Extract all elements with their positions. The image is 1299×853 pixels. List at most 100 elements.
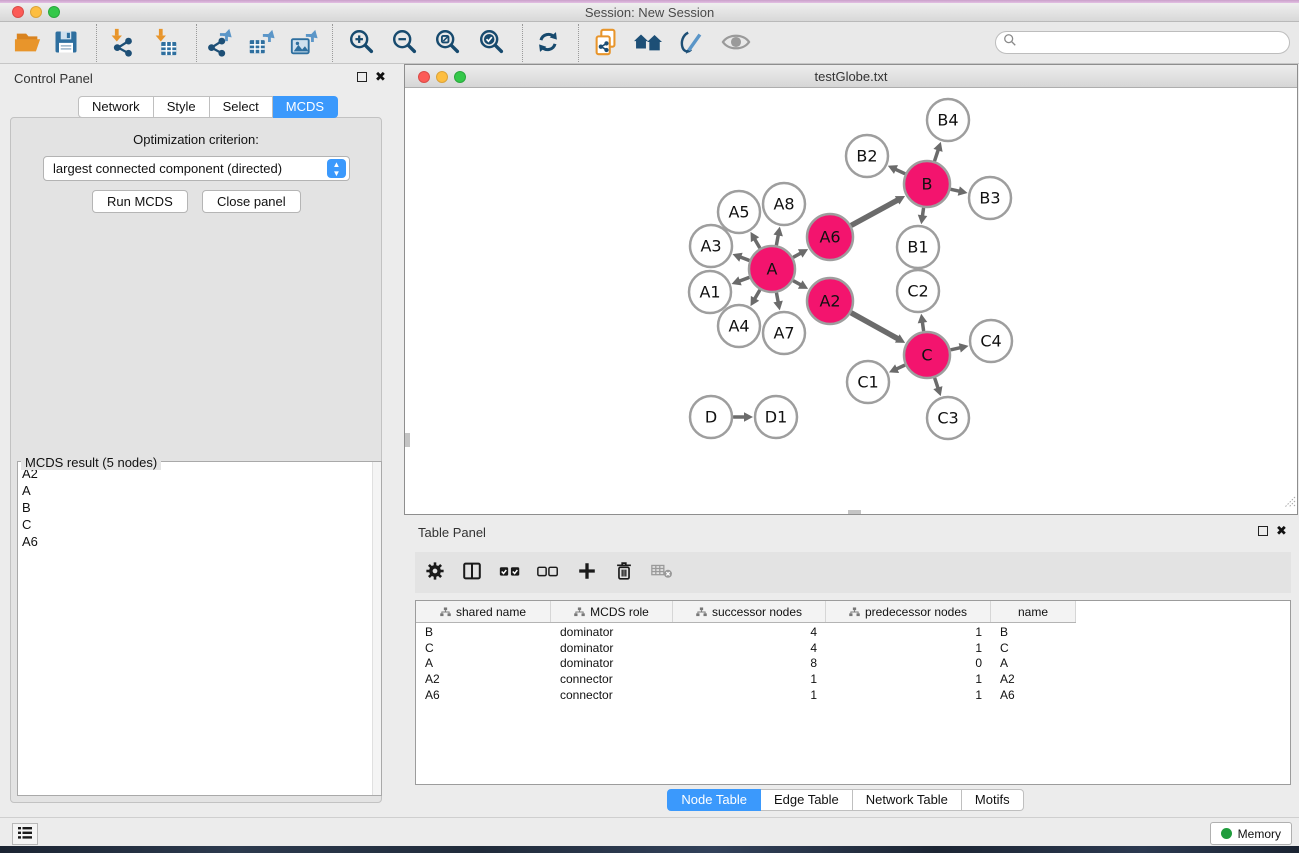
refresh-view-button[interactable] xyxy=(531,27,565,59)
edge-C-C2[interactable] xyxy=(922,323,923,331)
table-row[interactable]: Bdominator41B xyxy=(416,624,1290,640)
table-cell[interactable]: C xyxy=(416,641,551,655)
save-session-button[interactable] xyxy=(49,27,83,59)
import-table-button[interactable] xyxy=(148,27,182,59)
table-cell[interactable]: 1 xyxy=(826,641,991,655)
column-header-mcds-role[interactable]: MCDS role xyxy=(551,601,673,622)
table-row[interactable]: Adominator80A xyxy=(416,656,1290,672)
network-maximize-button[interactable] xyxy=(454,71,466,83)
network-close-button[interactable] xyxy=(418,71,430,83)
table-cell[interactable]: 0 xyxy=(826,656,991,670)
table-row[interactable]: A6connector11A6 xyxy=(416,687,1290,703)
edge-A-A1[interactable] xyxy=(740,278,749,281)
result-item[interactable]: A6 xyxy=(19,533,371,550)
column-header-shared-name[interactable]: shared name xyxy=(416,601,551,622)
table-settings-button[interactable] xyxy=(419,557,451,588)
edge-B-B1[interactable] xyxy=(923,209,924,216)
table-cell[interactable]: A xyxy=(991,656,1076,670)
search-input[interactable] xyxy=(1017,34,1289,52)
network-canvas[interactable]: AA1A2A3A4A5A6A7A8BB1B2B3B4CC1C2C3C4DD1 xyxy=(405,88,1297,514)
edge-A-A5[interactable] xyxy=(755,240,759,248)
show-hide-view-button[interactable] xyxy=(719,27,753,59)
edge-A-A3[interactable] xyxy=(741,257,749,260)
result-item[interactable]: B xyxy=(19,499,371,516)
network-minimize-button[interactable] xyxy=(436,71,448,83)
edge-A-A6[interactable] xyxy=(794,253,800,256)
edge-B-B3[interactable] xyxy=(951,189,958,191)
close-table-panel-icon[interactable]: ✖ xyxy=(1276,526,1287,536)
table-cell[interactable]: 4 xyxy=(673,625,826,639)
result-item[interactable]: A xyxy=(19,482,371,499)
column-header-successor-nodes[interactable]: successor nodes xyxy=(673,601,826,622)
tab-node-table[interactable]: Node Table xyxy=(667,789,761,811)
run-mcds-button[interactable]: Run MCDS xyxy=(92,190,188,213)
add-column-button[interactable] xyxy=(571,557,603,588)
edge-B-B2[interactable] xyxy=(896,170,904,174)
app-window-controls[interactable] xyxy=(12,6,60,18)
close-panel-button[interactable]: Close panel xyxy=(202,190,301,213)
zoom-in-button[interactable] xyxy=(345,27,379,59)
column-header-name[interactable]: name xyxy=(991,601,1076,622)
vertical-scroll-thumb[interactable] xyxy=(405,433,410,447)
home-button[interactable] xyxy=(631,27,665,59)
tab-mcds[interactable]: MCDS xyxy=(273,96,338,118)
table-cell[interactable]: 4 xyxy=(673,641,826,655)
tab-select[interactable]: Select xyxy=(210,96,273,118)
close-panel-icon[interactable]: ✖ xyxy=(375,72,386,82)
result-item[interactable]: C xyxy=(19,516,371,533)
network-window-controls[interactable] xyxy=(418,71,466,83)
export-network-button[interactable] xyxy=(202,27,236,59)
table-cell[interactable]: A2 xyxy=(991,672,1076,686)
edge-A-A4[interactable] xyxy=(755,291,759,299)
import-network-button[interactable] xyxy=(104,27,138,59)
edge-C-C1[interactable] xyxy=(897,365,904,368)
edge-A6-B[interactable] xyxy=(852,200,897,225)
table-cell[interactable]: 1 xyxy=(826,672,991,686)
tab-edge-table[interactable]: Edge Table xyxy=(761,789,853,811)
table-cell[interactable]: A xyxy=(416,656,551,670)
export-image-button[interactable] xyxy=(287,27,321,59)
minimize-window-button[interactable] xyxy=(30,6,42,18)
edge-B-B4[interactable] xyxy=(935,150,938,160)
tab-network[interactable]: Network xyxy=(78,96,154,118)
search-field[interactable] xyxy=(995,31,1290,54)
table-cell[interactable]: A2 xyxy=(416,672,551,686)
float-panel-icon[interactable] xyxy=(357,72,367,82)
task-history-button[interactable] xyxy=(12,823,38,845)
table-row[interactable]: Cdominator41C xyxy=(416,640,1290,656)
table-cell[interactable]: A6 xyxy=(416,688,551,702)
result-scrollbar[interactable] xyxy=(372,462,381,795)
tab-style[interactable]: Style xyxy=(154,96,210,118)
export-table-button[interactable] xyxy=(244,27,278,59)
close-window-button[interactable] xyxy=(12,6,24,18)
table-cell[interactable]: 8 xyxy=(673,656,826,670)
clone-network-button[interactable] xyxy=(589,27,623,59)
table-cell[interactable]: dominator xyxy=(551,641,673,655)
table-cell[interactable]: dominator xyxy=(551,625,673,639)
resize-grip-icon[interactable] xyxy=(1282,494,1296,513)
memory-status-button[interactable]: Memory xyxy=(1210,822,1292,845)
edge-A-A8[interactable] xyxy=(777,235,779,244)
edge-C-C4[interactable] xyxy=(951,348,959,350)
table-cell[interactable]: dominator xyxy=(551,656,673,670)
horizontal-scroll-thumb[interactable] xyxy=(848,510,861,514)
zoom-selected-button[interactable] xyxy=(475,27,509,59)
tab-motifs[interactable]: Motifs xyxy=(962,789,1024,811)
table-cell[interactable]: connector xyxy=(551,688,673,702)
table-cell[interactable]: B xyxy=(991,625,1076,639)
table-cell[interactable]: 1 xyxy=(673,672,826,686)
delete-table-button[interactable] xyxy=(646,557,678,588)
delete-column-button[interactable] xyxy=(608,557,640,588)
table-cell[interactable]: 1 xyxy=(826,625,991,639)
select-all-button[interactable] xyxy=(494,557,526,588)
criterion-dropdown[interactable]: largest connected component (directed) ▲… xyxy=(43,156,350,181)
table-cell[interactable]: B xyxy=(416,625,551,639)
open-session-button[interactable] xyxy=(11,27,45,59)
tab-network-table[interactable]: Network Table xyxy=(853,789,962,811)
network-window-titlebar[interactable]: testGlobe.txt xyxy=(405,65,1297,88)
table-cell[interactable]: A6 xyxy=(991,688,1076,702)
maximize-window-button[interactable] xyxy=(48,6,60,18)
column-header-predecessor-nodes[interactable]: predecessor nodes xyxy=(826,601,991,622)
zoom-fit-button[interactable] xyxy=(431,27,465,59)
zoom-out-button[interactable] xyxy=(388,27,422,59)
